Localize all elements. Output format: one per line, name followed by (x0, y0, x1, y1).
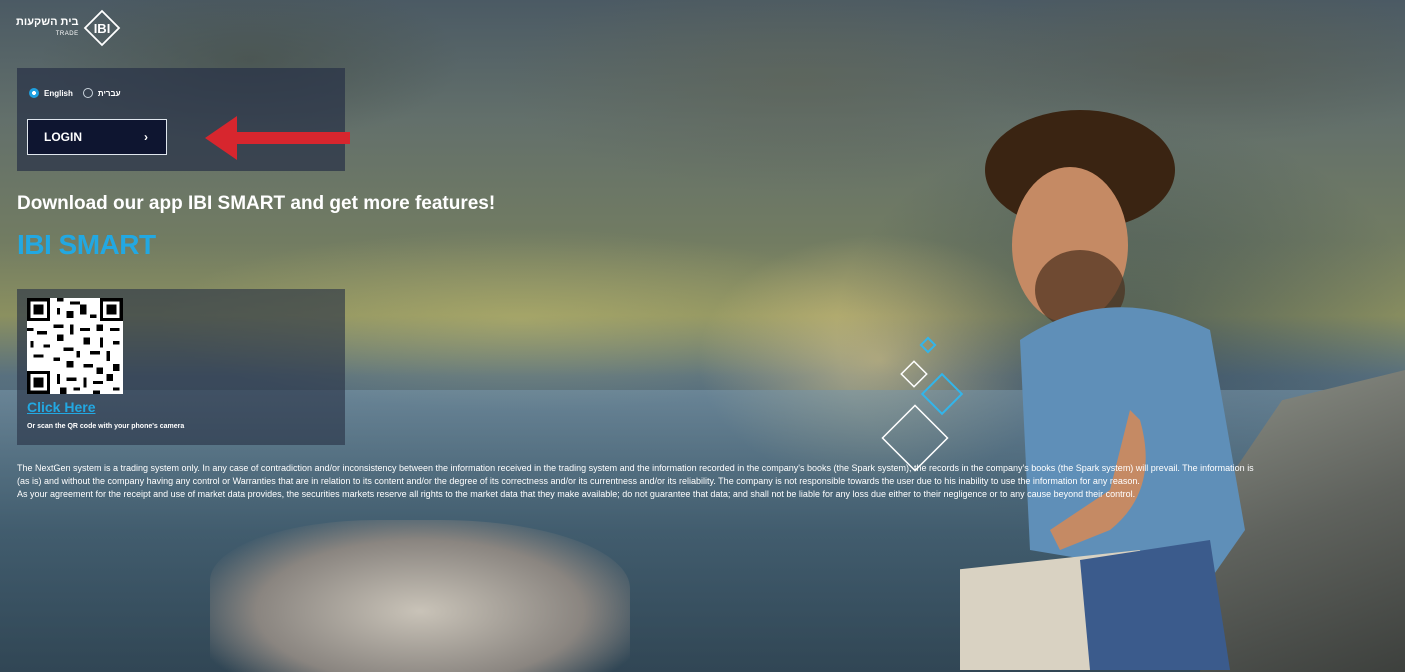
disclaimer: The NextGen system is a trading system o… (17, 462, 1397, 501)
login-button[interactable]: LOGIN › (27, 119, 167, 155)
disclaimer-line-3: As your agreement for the receipt and us… (17, 489, 1136, 499)
red-arrow-annotation (205, 116, 350, 160)
login-button-label: LOGIN (44, 130, 82, 144)
disclaimer-line-1: The NextGen system is a trading system o… (17, 463, 1254, 473)
qr-panel: Click Here Or scan the QR code with your… (17, 289, 345, 445)
qr-scan-note: Or scan the QR code with your phone's ca… (27, 423, 185, 430)
radio-english[interactable] (29, 88, 39, 98)
radio-hebrew[interactable] (82, 88, 93, 98)
language-option-english[interactable]: English (44, 89, 73, 98)
person-with-laptop (960, 110, 1245, 670)
language-option-hebrew[interactable]: עברית (98, 89, 121, 98)
chevron-right-icon: › (144, 130, 148, 144)
decorative-diamonds (881, 336, 964, 472)
logo-mark: IBI (93, 21, 110, 36)
promo-headline: Download our app IBI SMART and get more … (17, 193, 496, 214)
disclaimer-line-2: (as is) and without the company having a… (17, 476, 1140, 486)
qr-code (27, 298, 123, 394)
logo-hebrew-name: בית השקעות (16, 16, 79, 28)
click-here-link[interactable]: Click Here (27, 399, 95, 415)
app-brand-name: IBI SMART (17, 229, 156, 260)
brand-logo: בית השקעות TRADE IBI (16, 8, 121, 48)
language-selector: English עברית (29, 88, 121, 98)
ibi-logo-icon: IBI (83, 9, 120, 47)
background-backpack (210, 520, 630, 672)
logo-sub-label: TRADE (55, 31, 79, 37)
